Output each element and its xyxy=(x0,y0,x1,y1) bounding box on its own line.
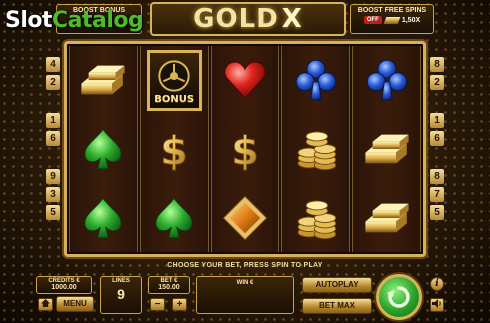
payline-number[interactable]: 6 xyxy=(430,131,444,146)
reel-5 xyxy=(352,46,421,252)
payline-number[interactable]: 9 xyxy=(46,169,60,184)
payline-number[interactable]: 5 xyxy=(46,205,60,220)
dollar-symbol: $ xyxy=(212,115,279,184)
clover-symbol xyxy=(70,115,137,184)
gold-bar-symbol xyxy=(70,46,137,115)
svg-text:$: $ xyxy=(231,128,259,174)
bet-max-button[interactable]: BET MAX xyxy=(302,298,372,314)
boost-free-spins-panel: BOOST FREE SPINS OFF 1,50X xyxy=(350,4,434,34)
credits-value: 1000.00 xyxy=(51,284,77,291)
payline-number[interactable]: 2 xyxy=(430,75,444,90)
payline-number[interactable]: 1 xyxy=(46,113,60,128)
sound-button[interactable] xyxy=(430,298,444,312)
bonus-safe-symbol: BONUS xyxy=(141,46,208,115)
coins-symbol xyxy=(282,115,349,184)
menu-button[interactable]: MENU xyxy=(56,296,94,312)
credits-label: CREDITS € xyxy=(48,278,80,284)
watermark-part1: Slot xyxy=(5,8,53,33)
watermark: SlotCatalog xyxy=(5,8,144,33)
club-symbol xyxy=(353,46,420,115)
payline-numbers-right: 8 2 1 6 8 7 5 xyxy=(430,57,444,220)
club-symbol xyxy=(282,46,349,115)
bet-decrease-button[interactable]: − xyxy=(150,298,165,311)
speaker-icon xyxy=(432,299,441,308)
dollar-symbol: $ xyxy=(141,115,208,184)
reel-2: BONUS $ xyxy=(139,46,209,252)
diamond-symbol xyxy=(212,183,279,252)
clover-symbol xyxy=(141,183,208,252)
payline-number[interactable]: 2 xyxy=(46,75,60,90)
payline-numbers-left: 4 2 1 6 9 3 5 xyxy=(46,57,60,220)
reel-3: $ xyxy=(210,46,280,252)
payline-number[interactable]: 8 xyxy=(430,57,444,72)
reel-4 xyxy=(281,46,351,252)
gold-bar-symbol xyxy=(353,115,420,184)
win-display: WIN € xyxy=(196,276,294,314)
clover-symbol xyxy=(70,183,137,252)
instruction-text: CHOOSE YOUR BET, PRESS SPIN TO PLAY xyxy=(167,262,323,269)
reel-frame: BONUS $ $ xyxy=(64,41,426,257)
coins-symbol xyxy=(282,183,349,252)
gold-bar-icon xyxy=(383,16,401,24)
home-button[interactable] xyxy=(38,298,53,311)
bet-increase-button[interactable]: + xyxy=(172,298,187,311)
payline-number[interactable]: 7 xyxy=(430,187,444,202)
lines-label: LINES xyxy=(112,278,130,284)
payline-number[interactable]: 3 xyxy=(46,187,60,202)
heart-symbol xyxy=(212,46,279,115)
reel-1 xyxy=(69,46,138,252)
game-logo: GOLD X xyxy=(150,2,346,36)
bet-display: BET € 150.00 xyxy=(148,276,190,294)
lines-display: LINES 9 xyxy=(100,276,142,314)
autoplay-button[interactable]: AUTOPLAY xyxy=(302,277,372,293)
payline-number[interactable]: 8 xyxy=(430,169,444,184)
spin-arrow-icon xyxy=(387,286,410,308)
payline-number[interactable]: 4 xyxy=(46,57,60,72)
free-spins-toggle[interactable]: OFF xyxy=(363,16,382,24)
gold-bar-symbol xyxy=(353,183,420,252)
free-spins-multiplier: 1,50X xyxy=(401,16,421,24)
credits-display: CREDITS € 1000.00 xyxy=(36,276,92,294)
lines-value: 9 xyxy=(117,286,125,302)
win-label: WIN € xyxy=(236,280,254,286)
payline-number[interactable]: 1 xyxy=(430,113,444,128)
bet-label: BET € xyxy=(160,278,178,284)
reels: BONUS $ $ xyxy=(69,46,421,252)
logo-x: X xyxy=(281,4,303,34)
spin-button[interactable] xyxy=(376,274,422,320)
info-button[interactable]: i xyxy=(430,277,444,291)
payline-number[interactable]: 6 xyxy=(46,131,60,146)
bonus-frame: BONUS xyxy=(146,50,202,111)
boost-free-spins-label: BOOST FREE SPINS xyxy=(357,7,427,14)
bet-value: 150.00 xyxy=(158,284,180,291)
bonus-label: BONUS xyxy=(154,93,195,105)
home-icon xyxy=(41,299,50,307)
payline-number[interactable]: 5 xyxy=(430,205,444,220)
logo-text: GOLD xyxy=(193,4,279,34)
svg-text:$: $ xyxy=(160,128,188,174)
watermark-part2: Catalog xyxy=(52,8,144,33)
